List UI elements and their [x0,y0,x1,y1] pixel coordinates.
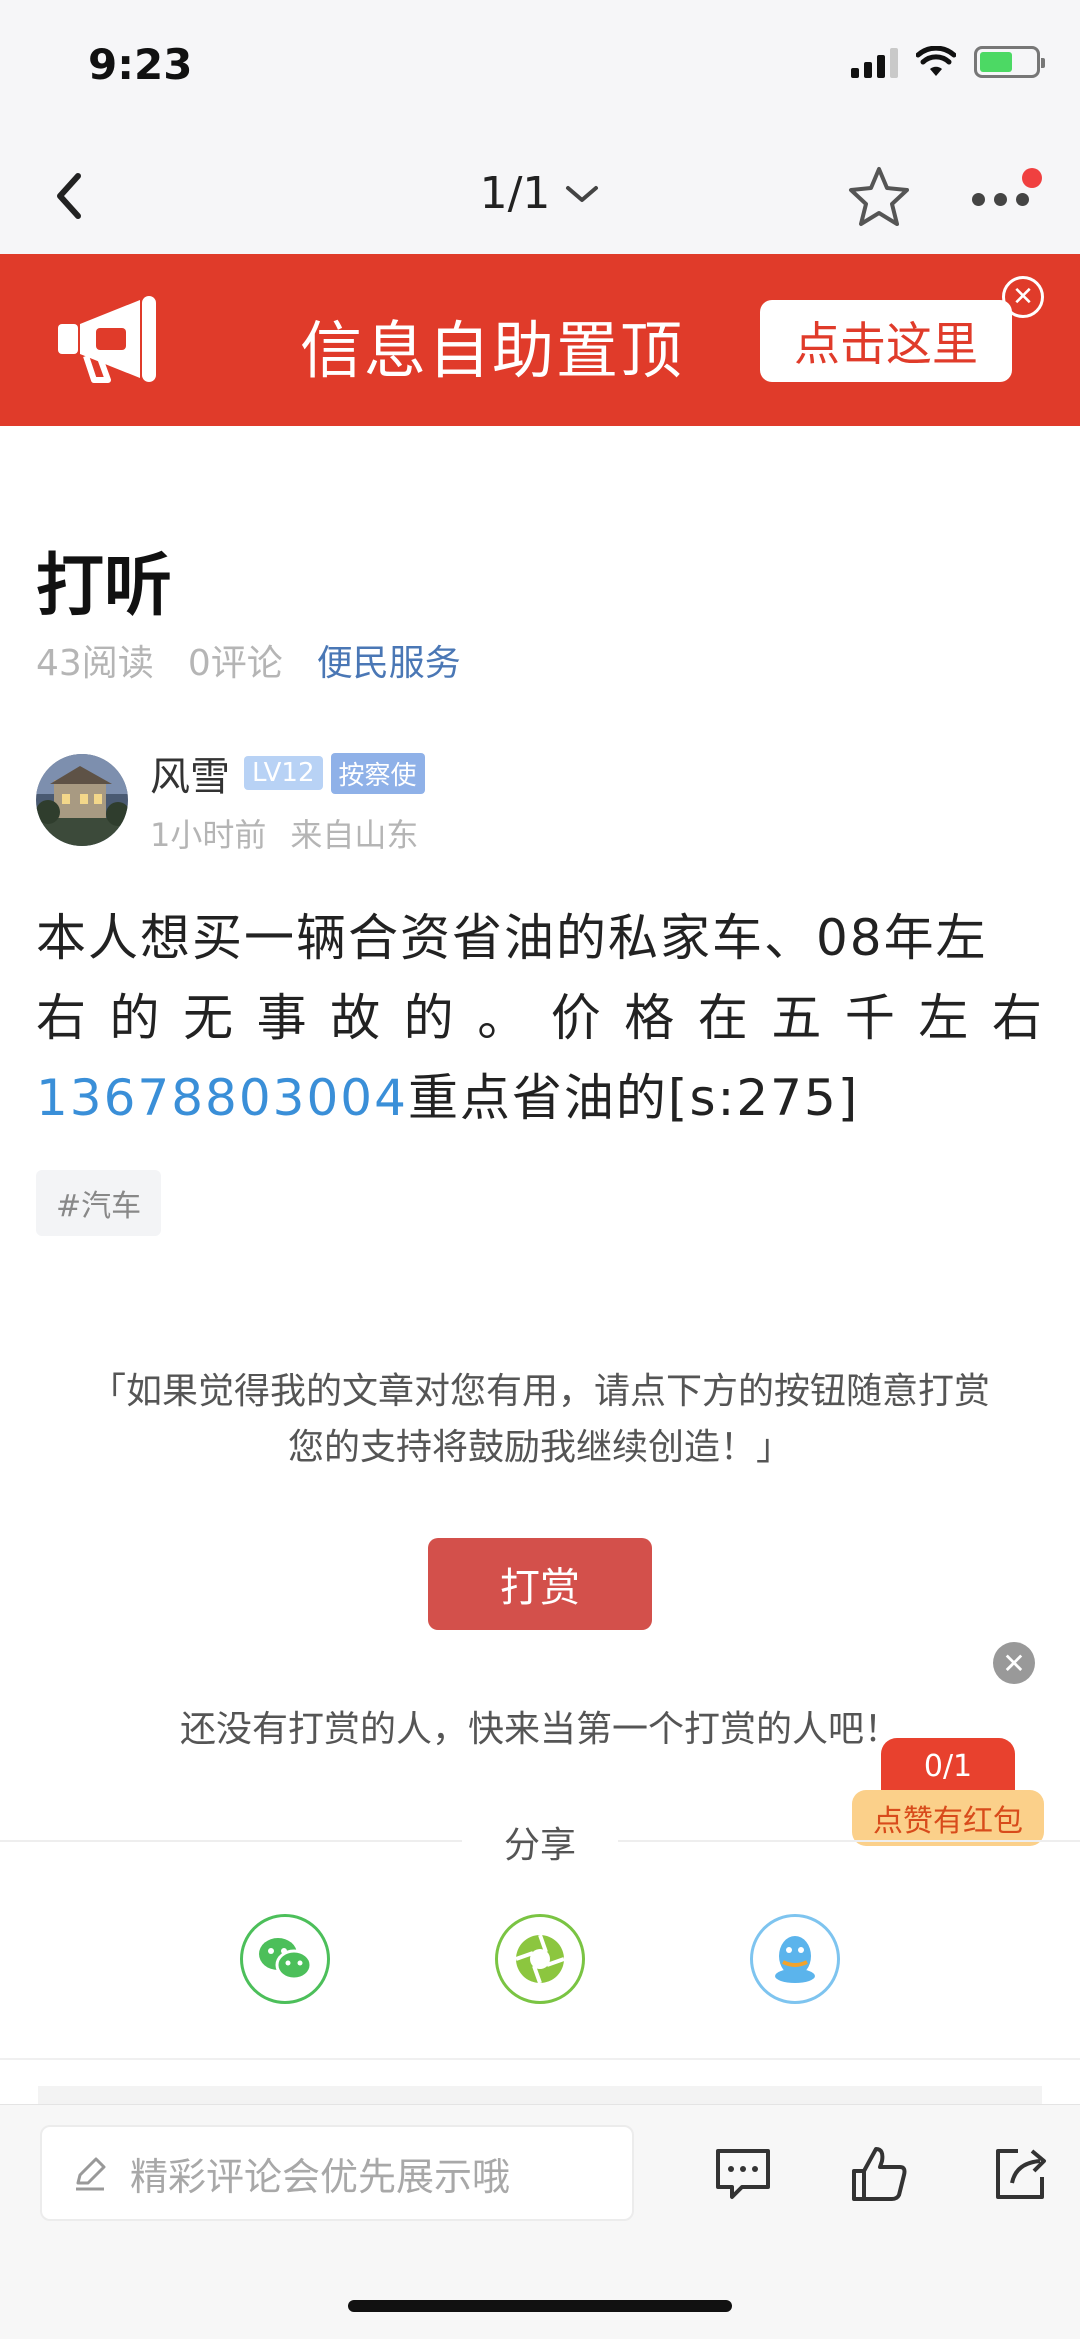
page-selector[interactable]: 1/1 [0,168,1080,219]
body-line-1: 本人想买一辆合资省油的私家车、08年左 [36,909,988,967]
notification-dot [1022,168,1042,188]
megaphone-icon [58,296,156,383]
moments-icon[interactable] [495,1914,585,2004]
home-indicator[interactable] [348,2300,732,2312]
post-time: 1小时前 [150,816,267,854]
status-icons [851,46,1045,78]
author-row[interactable]: 风雪 LV12 按察使 1小时前 来自山东 [36,752,425,854]
more-dot-icon [971,192,985,206]
qq-icon[interactable] [750,1914,840,2004]
share-title: 分享 [0,1816,1080,1868]
share-bottom-divider [0,2058,1080,2060]
status-bar: 9:23 [0,0,1080,140]
like-button[interactable] [848,2143,910,2205]
banner-cta-button[interactable]: 点击这里 [760,300,1012,382]
share-icon [996,2149,1046,2199]
signal-icon [851,46,898,78]
level-badge: LV12 [244,756,323,790]
pencil-icon [76,2157,106,2191]
favorite-button[interactable] [846,164,912,230]
page-indicator-label: 1/1 [479,168,551,219]
status-time: 9:23 [88,40,193,89]
avatar-image [36,754,128,846]
article-title: 打听 [36,547,173,626]
wifi-icon [916,46,956,76]
share-button[interactable] [990,2143,1052,2205]
reward-quote: 「如果觉得我的文章对您有用，请点下方的按钮随意打赏 您的支持将鼓励我继续创造！」 [89,1371,990,1468]
article-body: 本人想买一辆合资省油的私家车、08年左 右的无事故的。价格在五千左右 13678… [36,898,1044,1138]
share-icons [0,1914,1080,2006]
redpack-close-icon[interactable]: ✕ [993,1642,1035,1684]
body-line-2: 右的无事故的。价格在五千左右 [36,989,1044,1047]
author-name[interactable]: 风雪 [150,744,230,802]
more-button[interactable] [960,168,1042,224]
promo-banner[interactable]: 信息自助置顶 点击这里 ✕ [0,254,1080,426]
author-info: 风雪 LV12 按察使 1小时前 来自山东 [150,744,425,856]
comment-placeholder: 精彩评论会优先展示哦 [130,2154,511,2199]
star-icon [849,167,909,226]
comments-button[interactable] [712,2143,774,2205]
body-line-3: 13678803004重点省油的[s:275] [36,1058,1044,1138]
post-location: 来自山东 [290,816,419,854]
category-link[interactable]: 便民服务 [317,634,461,686]
comment-count: 0评论 [187,643,283,684]
reward-button[interactable]: 打赏 [428,1538,652,1630]
phone-link[interactable]: 13678803004 [36,1069,408,1127]
article-meta: 43阅读 0评论 便民服务 [36,634,461,686]
avatar[interactable] [36,754,128,846]
chevron-down-icon [566,185,599,202]
battery-icon [974,46,1045,78]
role-badge: 按察使 [330,752,425,794]
read-count: 43阅读 [36,643,154,684]
wechat-icon[interactable] [240,1914,330,2004]
banner-close-icon[interactable]: ✕ [1002,276,1044,318]
redpack-count: 0/1 [881,1738,1015,1794]
topic-tag[interactable]: #汽车 [36,1170,162,1236]
comments-icon [716,2149,770,2199]
thumbs-up-icon [852,2147,907,2201]
banner-text: 信息自助置顶 [300,314,685,387]
nav-bar: 1/1 [0,140,1080,254]
comment-input[interactable]: 精彩评论会优先展示哦 [40,2125,634,2221]
body-line-3-text: 重点省油的[s:275] [407,1069,860,1127]
